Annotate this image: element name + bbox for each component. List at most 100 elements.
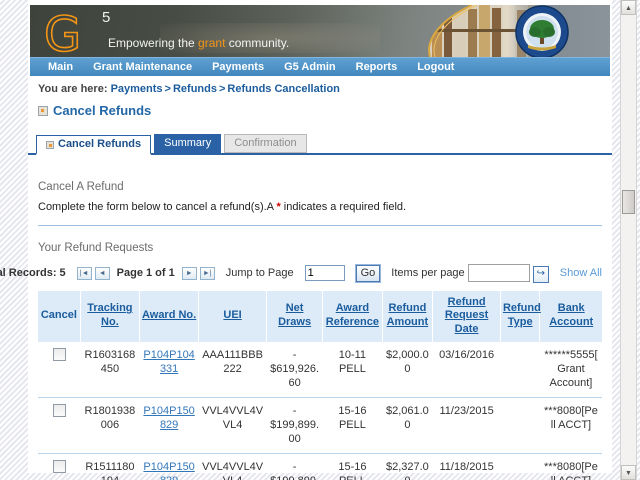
- column-header: Cancel: [38, 290, 81, 342]
- refund-type-cell: [500, 342, 539, 397]
- instruction-after: indicates a required field.: [280, 201, 407, 213]
- tab-summary[interactable]: Summary: [154, 134, 222, 153]
- breadcrumb-refunds[interactable]: Refunds: [173, 83, 217, 95]
- items-per-page-input[interactable]: [467, 264, 530, 282]
- refund-amount-cell: $2,061.00: [382, 396, 433, 454]
- cancel-cell: [38, 342, 80, 397]
- g5-application-window: G 5 Empowering the grant community. Main…: [0, 0, 640, 480]
- nav-main[interactable]: Main: [38, 61, 83, 73]
- last-page-icon: ►|: [202, 269, 212, 277]
- total-records: Total Records: 5: [0, 267, 66, 280]
- page-content: G 5 Empowering the grant community. Main…: [0, 0, 612, 480]
- column-header[interactable]: Refund Request Date: [432, 290, 501, 342]
- nav-g5-admin[interactable]: G5 Admin: [274, 61, 346, 73]
- column-header[interactable]: Tracking No.: [79, 290, 140, 342]
- vertical-scrollbar[interactable]: ▲ ▼: [620, 0, 637, 480]
- pager-controls: |◄ ◄ Page 1 of 1 ► ►|: [76, 266, 215, 280]
- column-header-label: Refund Type: [502, 302, 541, 329]
- scrollbar-thumb[interactable]: [622, 190, 635, 214]
- column-header-label: UEI: [223, 309, 242, 322]
- cancel-checkbox[interactable]: [52, 403, 66, 417]
- breadcrumb-refunds-cancellation[interactable]: Refunds Cancellation: [227, 83, 339, 95]
- refund-requests-table: Cancel Tracking No. Award No. UEI Net Draws A…: [38, 290, 602, 480]
- cancel-refunds-section-icon: [38, 105, 48, 116]
- nav-reports[interactable]: Reports: [346, 61, 408, 73]
- award-no-link[interactable]: P104P104331: [143, 349, 194, 375]
- last-page-button[interactable]: ►|: [199, 266, 215, 280]
- bank-account-cell: ***8080[Pell ACCT]: [539, 396, 602, 454]
- scroll-down-button[interactable]: ▼: [621, 465, 636, 480]
- items-per-page-label: Items per page: [391, 267, 465, 279]
- tab-label: Cancel Refunds: [58, 138, 142, 150]
- breadcrumb-prefix: You are here:: [38, 83, 108, 95]
- column-header-label: Award No.: [142, 309, 197, 322]
- tab-label: Confirmation: [234, 137, 297, 149]
- award-reference-cell: 15-16 PELL: [322, 452, 383, 480]
- banner-library-art: [428, 5, 610, 57]
- net-draws-cell: -$199,899.00: [266, 452, 323, 480]
- cancel-checkbox[interactable]: [52, 347, 66, 361]
- g5-logo-five: 5: [102, 9, 112, 26]
- column-header[interactable]: Award No.: [139, 290, 199, 342]
- column-header[interactable]: Bank Account: [539, 290, 602, 342]
- award-no-link[interactable]: P104P150829: [143, 405, 194, 431]
- scroll-up-icon: ▲: [625, 5, 632, 12]
- refund-amount-cell: $2,327.00: [382, 452, 433, 480]
- nav-logout[interactable]: Logout: [407, 61, 464, 73]
- column-header-label: Refund Amount: [386, 302, 429, 329]
- breadcrumb-separator: >: [164, 83, 171, 95]
- svg-text:G: G: [44, 7, 81, 57]
- breadcrumb-payments[interactable]: Payments: [111, 83, 163, 95]
- prev-page-button[interactable]: ◄: [94, 266, 110, 280]
- page-info: Page 1 of 1: [116, 267, 175, 280]
- cancel-checkbox[interactable]: [52, 459, 66, 473]
- page-title: Cancel Refunds: [28, 95, 612, 118]
- jump-to-page-input[interactable]: [304, 265, 345, 282]
- table-row: R1801938006 P104P150829 VVL4VVL4VVL4- $199,…: [38, 396, 602, 454]
- go-button[interactable]: Go: [354, 263, 382, 283]
- table-row: R1511180194P104P150829VVL4VVL4VVL4-$199,…: [38, 452, 602, 480]
- pagination-bar: SelectAll/None Total Records: 5 |◄ ◄ Pag…: [0, 263, 602, 283]
- column-header-label: Net Draws: [278, 302, 312, 329]
- uei-cell: VVL4VVL4VVL4: [198, 452, 267, 480]
- tab-confirmation: Confirmation: [224, 134, 307, 153]
- refund-request-date-cell: 11/18/2015: [432, 452, 501, 480]
- tab-cancel-refunds[interactable]: Cancel Refunds: [36, 135, 152, 155]
- column-header[interactable]: Refund Type: [499, 290, 541, 342]
- nav-grant-maintenance[interactable]: Grant Maintenance: [83, 61, 202, 73]
- prev-page-icon: ◄: [98, 269, 106, 277]
- tab-bar: Cancel Refunds Summary Confirmation: [28, 134, 612, 155]
- scroll-up-button[interactable]: ▲: [621, 0, 636, 15]
- award-no-cell: P104P150829: [139, 452, 199, 480]
- nav-payments[interactable]: Payments: [202, 61, 274, 73]
- next-page-button[interactable]: ►: [181, 266, 197, 280]
- column-header[interactable]: UEI: [198, 290, 267, 342]
- award-no-link[interactable]: P104P150829: [143, 461, 194, 480]
- scroll-down-icon: ▼: [625, 470, 632, 477]
- column-header-label: Cancel: [40, 309, 77, 322]
- items-per-page-group: Items per page ↪: [391, 264, 549, 283]
- items-per-page-apply-button[interactable]: ↪: [532, 265, 549, 283]
- tracking-no-cell: R1603168450: [84, 348, 136, 376]
- award-no-cell: P104P104331: [140, 342, 199, 397]
- uei-cell: VVL4VVL4VVL4: [198, 396, 267, 454]
- pagination-top-slot: SelectAll/None Total Records: 5 |◄ ◄ Pag…: [0, 263, 602, 283]
- first-page-icon: |◄: [79, 269, 89, 277]
- g5-logo-icon: G: [43, 7, 82, 57]
- header-banner: G 5 Empowering the grant community.: [30, 5, 610, 57]
- column-header[interactable]: Refund Amount: [381, 290, 433, 342]
- tab-label: Summary: [164, 137, 212, 149]
- tab-icon: [46, 140, 54, 149]
- first-page-button[interactable]: |◄: [76, 266, 92, 280]
- column-header[interactable]: Award Reference: [322, 290, 383, 342]
- cancel-refund-section: Cancel A Refund Complete the form below …: [0, 181, 612, 480]
- tagline-suffix: community.: [225, 36, 290, 50]
- column-header-label: Bank Account: [549, 302, 594, 329]
- uei-cell: AAA111BBB222: [202, 348, 263, 376]
- column-header[interactable]: Net Draws: [265, 290, 323, 342]
- tagline-grant: grant: [198, 36, 226, 50]
- tracking-no-cell: R1511180194: [80, 452, 140, 480]
- net-draws-cell: -$199,899.00: [266, 396, 323, 454]
- refund-request-date-cell: 11/23/2015: [432, 396, 501, 454]
- show-all-link[interactable]: Show All: [560, 267, 602, 279]
